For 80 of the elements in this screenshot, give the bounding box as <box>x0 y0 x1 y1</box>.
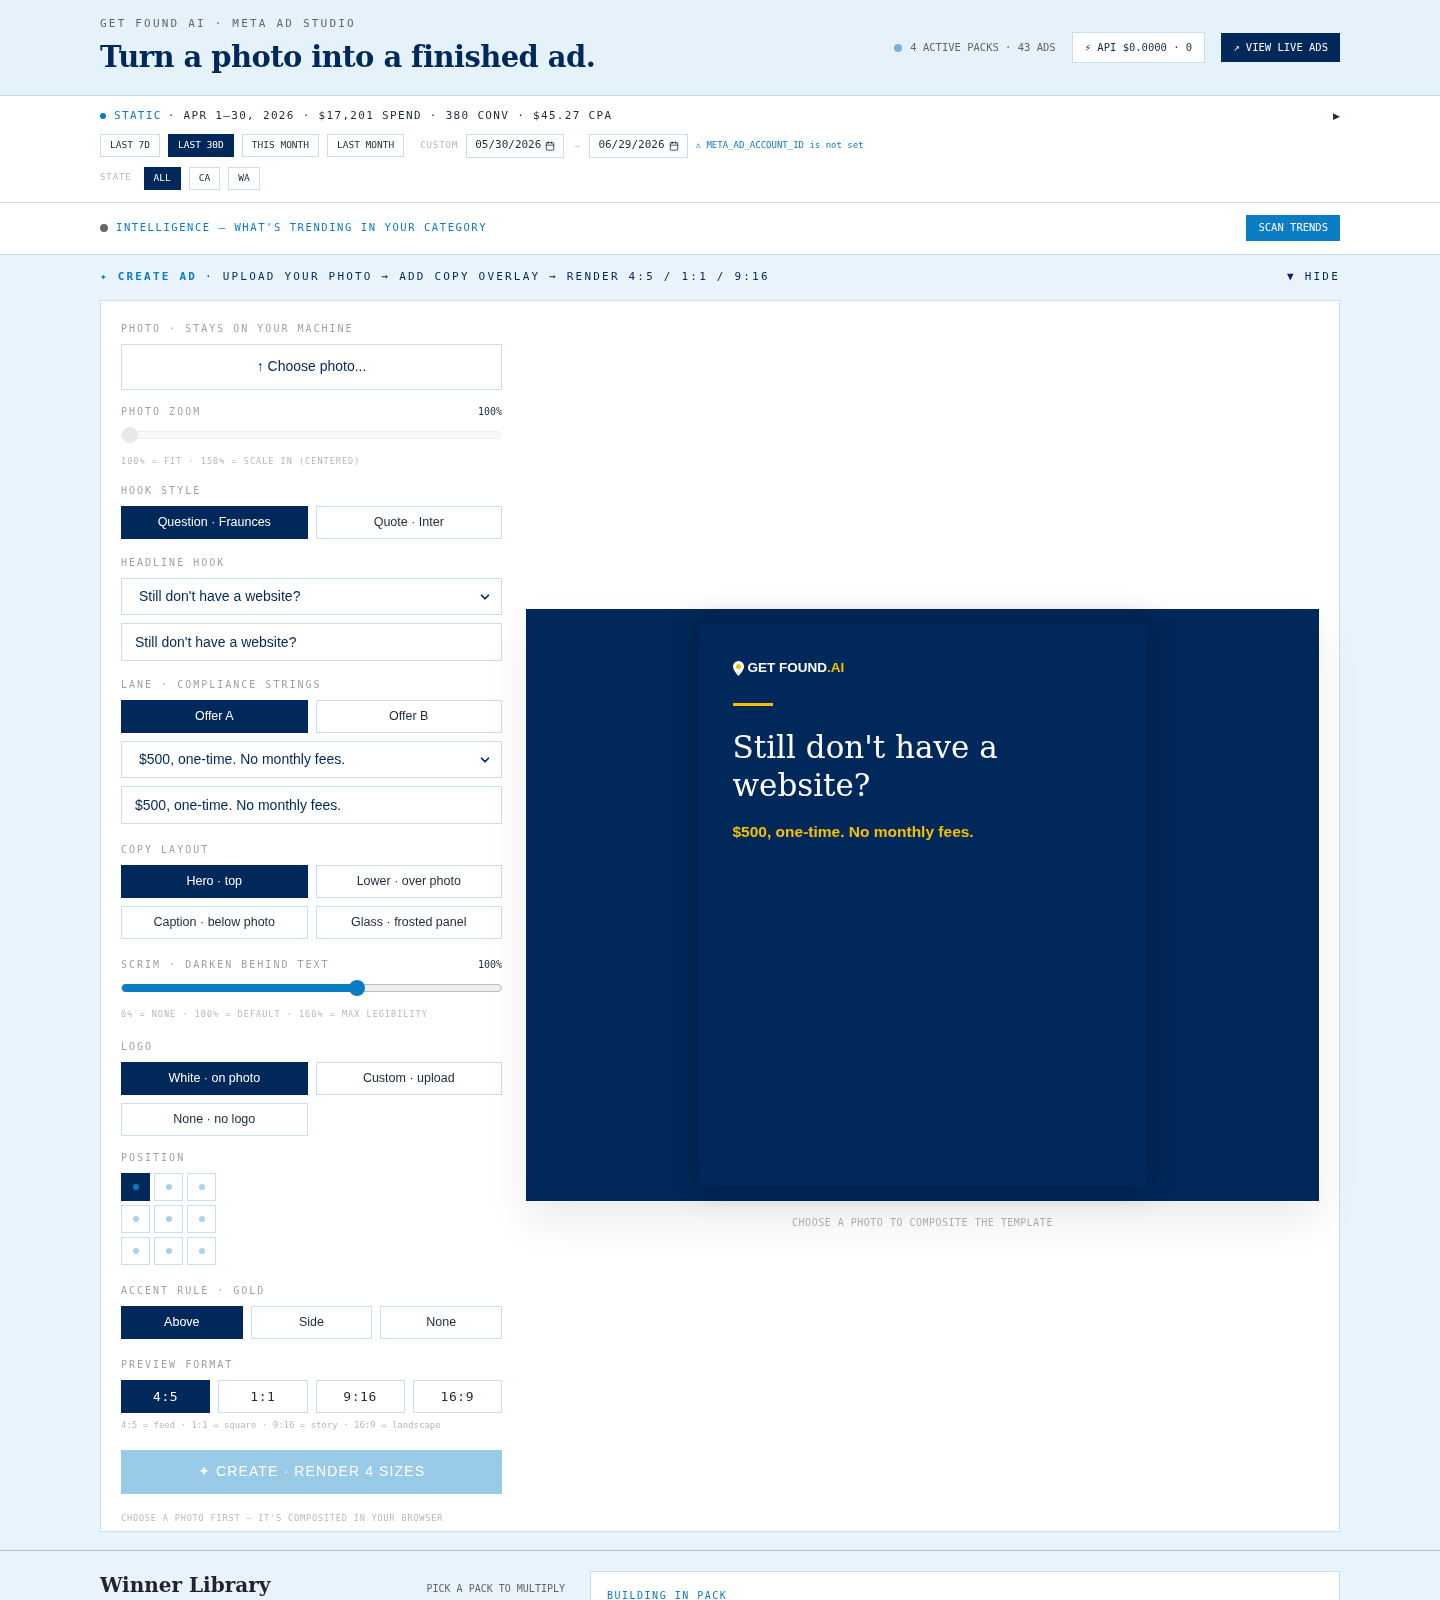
offer-select[interactable]: $500, one-time. No monthly fees. <box>121 741 502 779</box>
mode-label: STATIC <box>114 108 162 124</box>
range-button[interactable]: LAST 7D <box>100 134 161 157</box>
slider-hint: 100% = FIT · 150% = SCALE IN (CENTERED) <box>121 454 362 468</box>
field-label: POSITION <box>121 1151 187 1165</box>
api-cost-badge: ⚡ API $0.0000 · 0 <box>1071 31 1206 64</box>
range-button[interactable]: THIS MONTH <box>241 134 319 157</box>
building-label: BUILDING IN PACK <box>607 1589 728 1600</box>
date-field[interactable]: 06/29/2026 <box>589 133 688 158</box>
option-button[interactable]: Offer A <box>121 700 308 734</box>
page-title: Turn a photo into a finished ad. <box>100 39 596 76</box>
option-button[interactable]: 16:9 <box>412 1380 502 1413</box>
slider-thumb[interactable] <box>348 980 365 997</box>
ad-headline: Still don't have a website? <box>732 728 999 805</box>
field-label: PHOTO · STAYS ON YOUR MACHINE <box>121 321 355 336</box>
slider-value: 100% <box>477 404 502 419</box>
slider-thumb[interactable] <box>122 426 138 443</box>
date-field[interactable]: 05/30/2026 <box>466 133 565 158</box>
state-button[interactable]: WA <box>228 166 260 190</box>
range-button[interactable]: LAST 30D <box>168 134 234 157</box>
option-button[interactable]: Offer B <box>315 700 502 734</box>
summary-stats: · APR 1–30, 2026 · $17,201 SPEND · 380 CONV · $45.27 CPA <box>167 108 613 124</box>
field-label: SCRIM · DARKEN BEHIND TEXT <box>121 958 330 973</box>
option-button[interactable]: Hero · top <box>121 865 308 899</box>
option-button[interactable]: None · no logo <box>121 1103 308 1136</box>
view-live-ads-button[interactable]: ↗ VIEW LIVE ADS <box>1221 32 1340 63</box>
headline-select[interactable]: Still don't have a website? <box>121 578 502 616</box>
account-warning: ⚠ META_AD_ACCOUNT_ID is not set <box>695 138 864 152</box>
packs-count: 4 ACTIVE PACKS · 43 ADS <box>910 39 1056 55</box>
option-button[interactable]: Caption · below photo <box>121 906 308 940</box>
map-pin-icon <box>732 660 744 676</box>
create-hint: CHOOSE A PHOTO FIRST — IT'S COMPOSITED IN YOUR BROWSER <box>121 1511 445 1525</box>
range-button[interactable]: LAST MONTH <box>327 134 405 157</box>
library-title: Winner Library <box>100 1571 272 1597</box>
field-label: HEADLINE HOOK <box>121 556 227 571</box>
field-label: COPY LAYOUT <box>121 843 211 858</box>
option-button[interactable]: Above <box>121 1306 243 1339</box>
create-ad-steps: · UPLOAD YOUR PHOTO → ADD COPY OVERLAY → RENDER 4:5 / 1:1 / 9:16 <box>205 268 770 286</box>
option-button[interactable]: Side <box>250 1306 373 1339</box>
intelligence-title: INTELLIGENCE — WHAT'S TRENDING IN YOUR CATEGORY <box>116 220 488 236</box>
slider-value: 100% <box>477 958 502 973</box>
ad-offer: $500, one-time. No monthly fees. <box>732 822 975 843</box>
range-arrow: → <box>572 138 582 152</box>
choose-photo-button[interactable]: ↑ Choose photo... <box>121 343 502 390</box>
hide-toggle[interactable]: ▼ HIDE <box>1287 268 1340 286</box>
preview-caption: CHOOSE A PHOTO TO COMPOSITE THE TEMPLATE <box>792 1216 1053 1230</box>
field-label: LOGO <box>121 1040 155 1054</box>
calendar-icon <box>668 140 679 151</box>
state-button[interactable]: ALL <box>143 166 181 190</box>
option-button[interactable]: 4:5 <box>121 1380 211 1413</box>
option-button[interactable]: None <box>380 1306 502 1339</box>
option-button[interactable]: 1:1 <box>218 1380 308 1413</box>
field-label: PHOTO ZOOM <box>121 404 202 419</box>
brand-logo: GET FOUND.AI <box>747 659 845 677</box>
option-button[interactable]: White · on photo <box>121 1062 308 1095</box>
scan-trends-button[interactable]: SCAN TRENDS <box>1246 215 1340 241</box>
option-button[interactable]: Quote · Inter <box>315 506 502 540</box>
create-ad-title: ✦ CREATE AD <box>100 268 198 285</box>
option-button[interactable]: Custom · upload <box>315 1062 502 1095</box>
slider-hint: 0% = NONE · 100% = DEFAULT · 160% = MAX LEGIBILITY <box>121 1008 429 1021</box>
state-button[interactable]: CA <box>188 166 221 190</box>
pick-pack-hint: PICK A PACK TO MULTIPLY <box>425 1581 565 1596</box>
field-label: ACCENT RULE · GOLD <box>121 1284 267 1298</box>
app-eyebrow: GET FOUND AI · META AD STUDIO <box>100 15 357 32</box>
calendar-icon <box>545 140 556 151</box>
option-button[interactable]: Lower · over photo <box>315 865 502 899</box>
position-cell[interactable] <box>121 1173 150 1201</box>
field-label: LANE · COMPLIANCE STRINGS <box>121 678 323 693</box>
field-label: HOOK STYLE <box>121 484 203 499</box>
offer-input[interactable]: $500, one-time. No monthly fees. <box>121 786 502 825</box>
custom-label: CUSTOM <box>420 138 459 152</box>
option-button[interactable]: Question · Fraunces <box>121 506 308 540</box>
accent-rule <box>732 703 773 707</box>
option-button[interactable]: Glass · frosted panel <box>315 906 502 940</box>
headline-input[interactable]: Still don't have a website? <box>121 623 502 662</box>
field-label: PREVIEW FORMAT <box>121 1358 235 1372</box>
state-label: STATE <box>100 171 132 185</box>
format-hint: 4:5 = feed · 1:1 = square · 9:16 = story · 16:9 = landscape <box>121 1419 442 1432</box>
expand-toggle[interactable]: ▶ <box>1333 109 1340 123</box>
option-button[interactable]: 9:16 <box>315 1380 405 1413</box>
